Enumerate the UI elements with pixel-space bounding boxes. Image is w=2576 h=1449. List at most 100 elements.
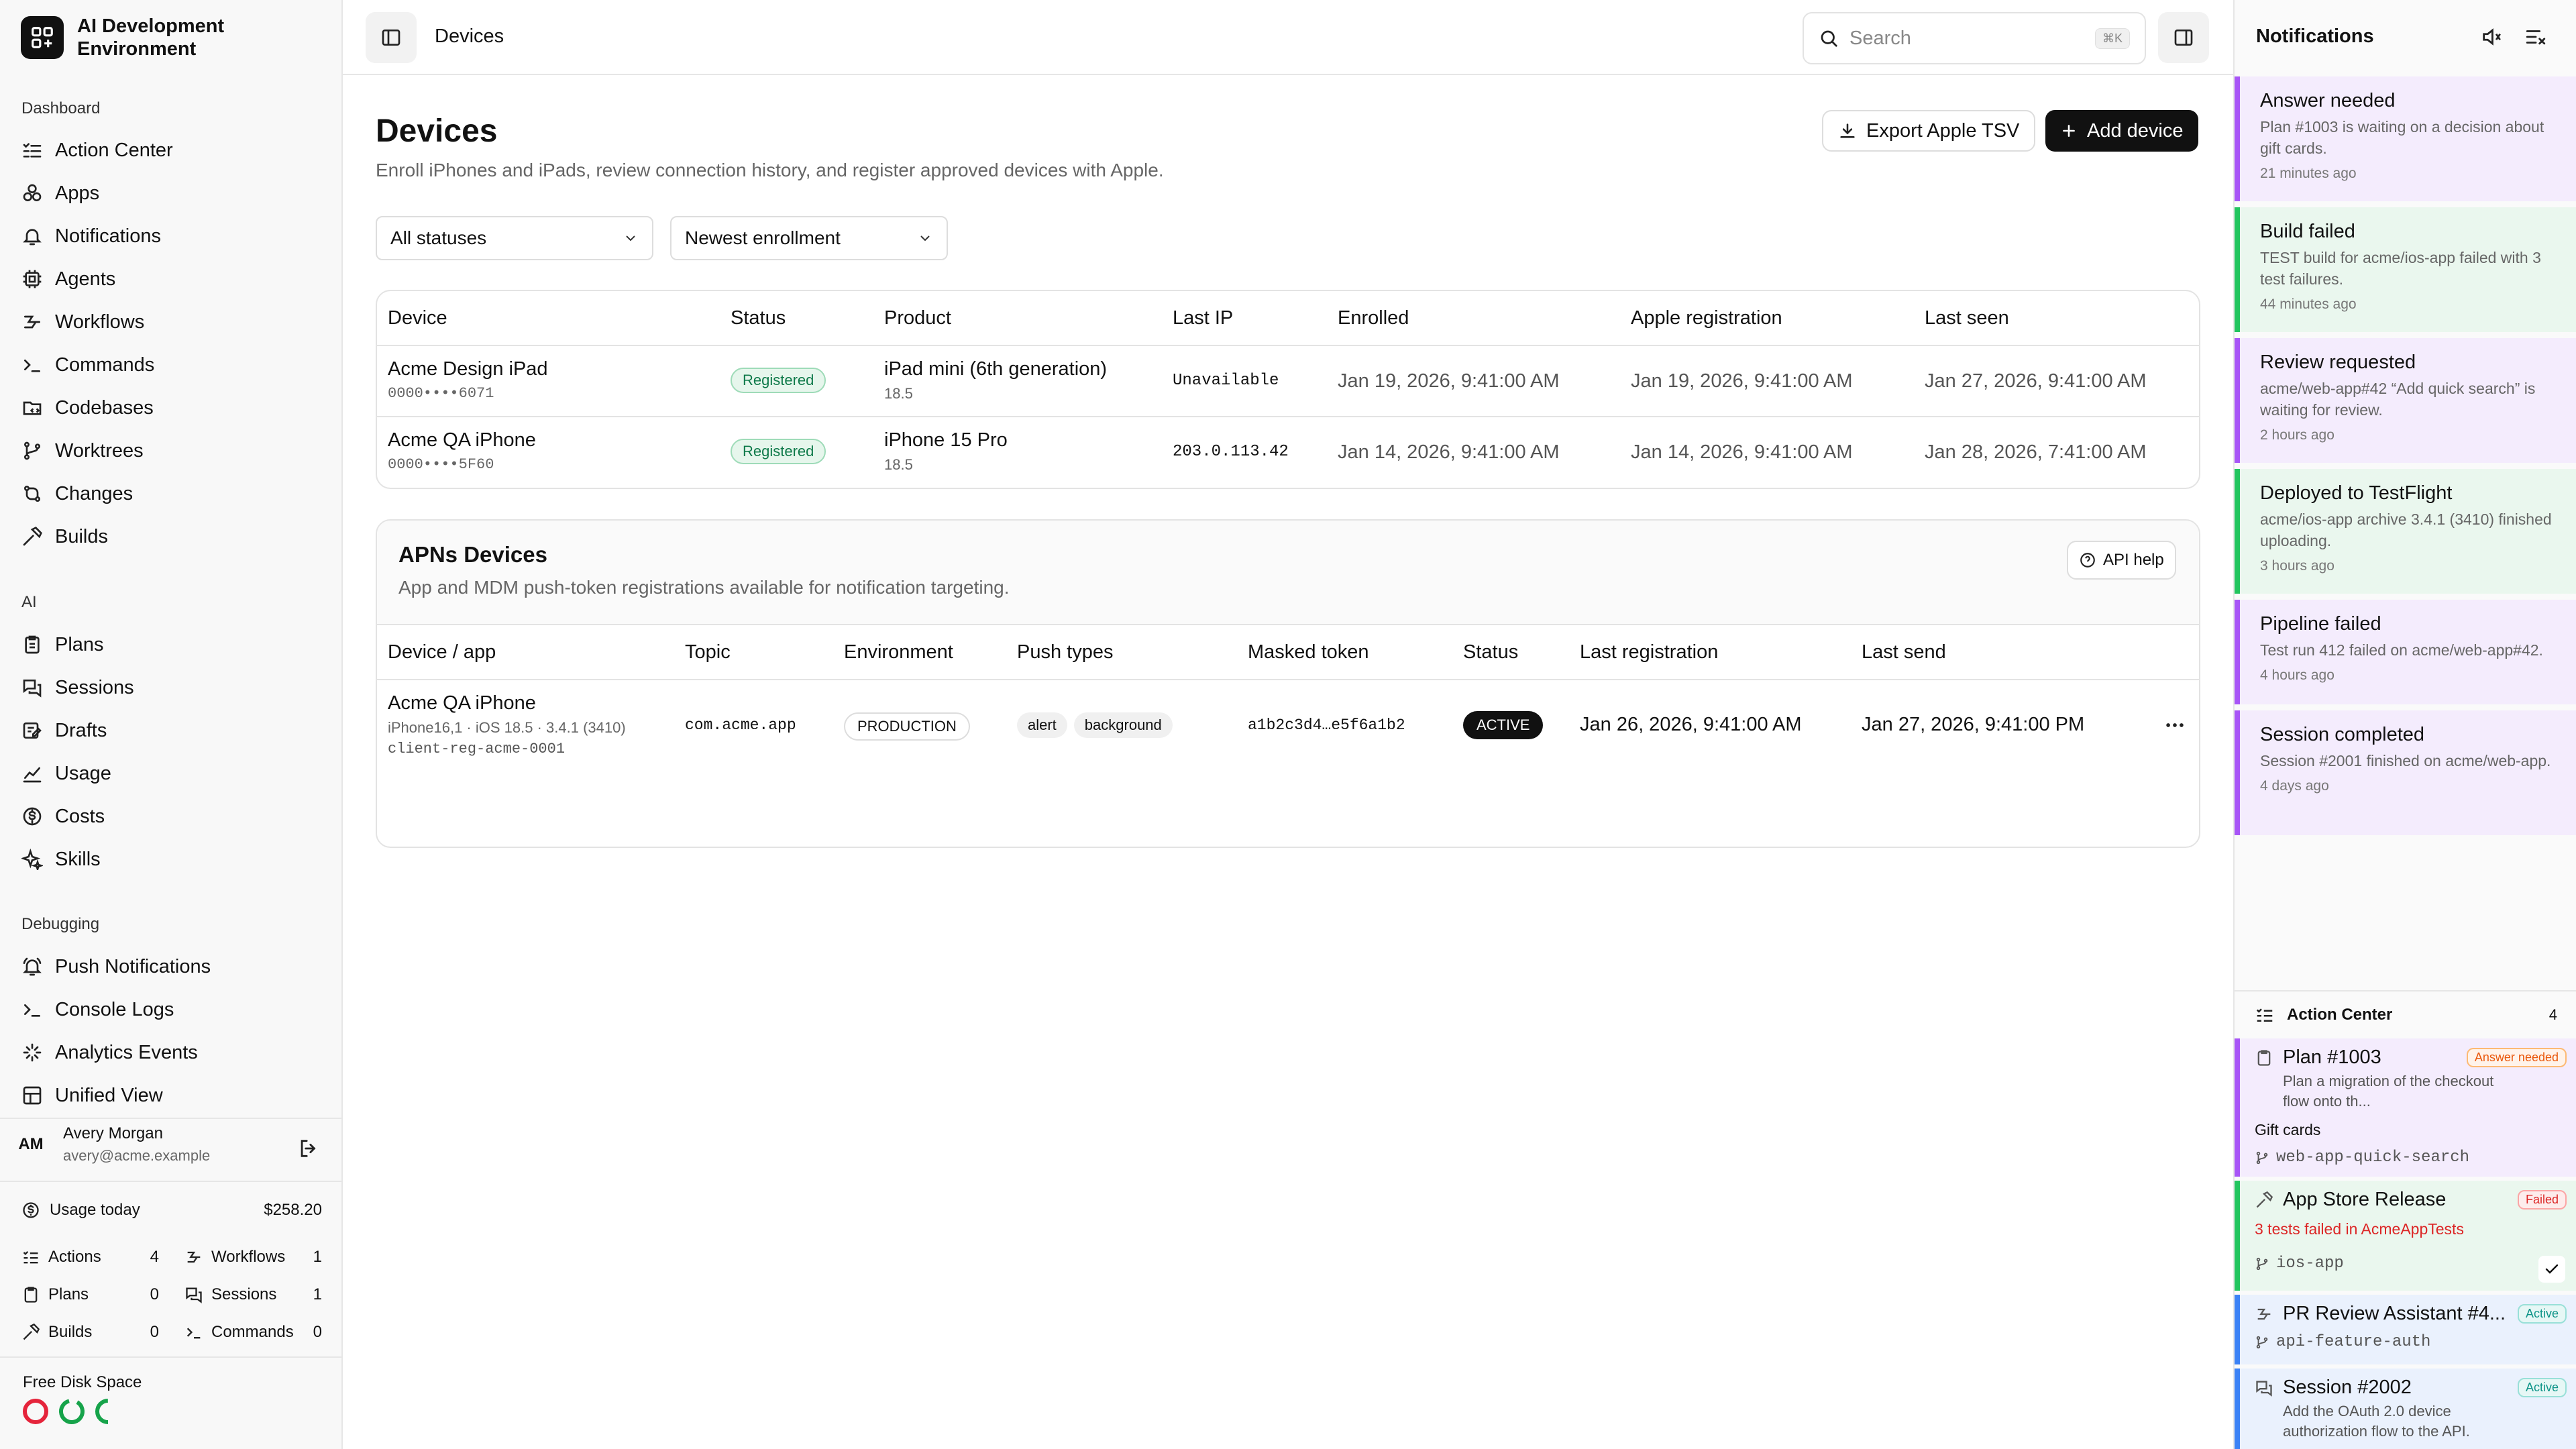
nav-group-debugging: Debugging [21, 915, 100, 933]
notification-item[interactable]: Session completed Session #2001 finished… [2235, 710, 2576, 835]
sidebar-item-agents[interactable]: Agents [21, 262, 115, 297]
notification-item[interactable]: Review requested acme/web-app#42 “Add qu… [2235, 338, 2576, 463]
notification-item[interactable]: Pipeline failed Test run 412 failed on a… [2235, 600, 2576, 704]
branch-name: ios-app [2276, 1254, 2344, 1273]
branch-icon [2256, 1257, 2268, 1270]
sidebar-item-workflows[interactable]: Workflows [21, 305, 144, 339]
last-send: Jan 27, 2026, 9:41:00 PM [1862, 714, 2085, 735]
column-header: Last send [1862, 641, 1946, 663]
app-logo-icon [21, 16, 64, 59]
mark-done-button[interactable] [2538, 1256, 2565, 1283]
sidebar-item-label: Sessions [55, 676, 134, 698]
device-name: Acme QA iPhone [388, 692, 536, 714]
list-clear-icon [2526, 30, 2546, 45]
search-input[interactable]: Search ⌘K [1803, 12, 2146, 64]
column-header: Last seen [1925, 307, 2009, 329]
sidebar-item-push-notifications[interactable]: Push Notifications [21, 949, 211, 984]
stat-actions[interactable]: Actions 4 [21, 1248, 159, 1267]
notification-item[interactable]: Answer needed Plan #1003 is waiting on a… [2235, 76, 2576, 201]
action-card[interactable]: Plan #1003 Answer needed Plan a migratio… [2235, 1038, 2576, 1177]
action-center-header[interactable]: Action Center 4 [2235, 990, 2576, 1038]
sidebar-item-sessions[interactable]: Sessions [21, 670, 134, 705]
branch-name: api-feature-auth [2276, 1333, 2431, 1351]
user-profile[interactable]: AM Avery Morgan avery@acme.example [13, 1124, 210, 1165]
toggle-panel-button[interactable] [2158, 12, 2209, 63]
table-row[interactable]: Acme QA iPhone iPhone16,1 · iOS 18.5 · 3… [377, 680, 2199, 774]
user-email: avery@acme.example [63, 1147, 211, 1164]
page-title: Devices [376, 113, 498, 149]
disk-space-indicators [21, 1397, 122, 1426]
sidebar-item-label: Drafts [55, 719, 107, 741]
agent-icon [23, 270, 42, 288]
notification-item[interactable]: Deployed to TestFlight acme/ios-app arch… [2235, 469, 2576, 594]
sidebar-item-drafts[interactable]: Drafts [21, 713, 107, 748]
notification-title: Review requested [2260, 352, 2416, 373]
notification-time: 2 hours ago [2260, 427, 2334, 443]
sidebar-item-label: Agents [55, 268, 116, 290]
notification-item[interactable]: Build failed TEST build for acme/ios-app… [2235, 207, 2576, 332]
plus-icon [2063, 125, 2075, 137]
sidebar-item-commands[interactable]: Commands [21, 347, 154, 382]
row-menu-button[interactable] [2163, 714, 2186, 737]
action-card[interactable]: App Store Release Failed 3 tests failed … [2235, 1181, 2576, 1291]
status-filter-select[interactable]: All statuses [376, 216, 653, 260]
sidebar-item-costs[interactable]: Costs [21, 799, 105, 834]
sidebar-item-notifications[interactable]: Notifications [21, 219, 161, 254]
sidebar-item-apps[interactable]: Apps [21, 176, 99, 211]
stat-sessions[interactable]: Sessions 1 [184, 1285, 322, 1304]
brand[interactable]: AI Development Environment [21, 15, 245, 60]
column-header: Apple registration [1631, 307, 1782, 329]
app-title: AI Development Environment [77, 15, 225, 60]
table-row[interactable]: Acme Design iPad 0000••••6071 Registered… [377, 346, 2199, 417]
sidebar-item-unified-view[interactable]: Unified View [21, 1078, 163, 1113]
sidebar-item-skills[interactable]: Skills [21, 842, 101, 877]
divider [0, 1356, 343, 1358]
sidebar-item-console-logs[interactable]: Console Logs [21, 992, 174, 1027]
column-header: Masked token [1248, 641, 1369, 663]
sidebar-item-builds[interactable]: Builds [21, 519, 108, 554]
export-apple-tsv-button[interactable]: Export Apple TSV [1822, 110, 2036, 152]
search-placeholder: Search [1849, 27, 1911, 49]
column-header: Push types [1017, 641, 1114, 663]
api-help-button[interactable]: API help [2067, 541, 2176, 580]
notification-time: 4 hours ago [2260, 667, 2334, 683]
nav-group-ai: AI [21, 593, 37, 611]
status-badge: Registered [731, 439, 826, 464]
stat-plans[interactable]: Plans 0 [21, 1285, 159, 1304]
product-name: iPhone 15 Pro [884, 429, 1008, 451]
stat-workflows[interactable]: Workflows 1 [184, 1248, 322, 1267]
client-id: client-reg-acme-0001 [388, 741, 566, 757]
download-icon [1840, 123, 1855, 138]
sidebar-item-action-center[interactable]: Action Center [21, 133, 173, 168]
sidebar-item-label: Changes [55, 482, 133, 504]
stat-value: 4 [150, 1248, 159, 1266]
action-card[interactable]: PR Review Assistant #4... Active api-fea… [2235, 1295, 2576, 1364]
sidebar-item-usage[interactable]: Usage [21, 756, 111, 791]
bell-icon [23, 229, 42, 246]
mute-button[interactable] [2480, 25, 2503, 48]
device-udid: 0000••••6071 [388, 385, 494, 402]
environment-badge: PRODUCTION [844, 712, 970, 741]
clear-notifications-button[interactable] [2524, 25, 2547, 48]
stat-label: Actions [48, 1248, 101, 1266]
stat-commands[interactable]: Commands 0 [184, 1323, 322, 1342]
logout-button[interactable] [297, 1137, 321, 1161]
notification-body: acme/web-app#42 “Add quick search” is wa… [2260, 380, 2536, 419]
apple-registration-date: Jan 14, 2026, 9:41:00 AM [1631, 441, 1853, 463]
action-card[interactable]: Session #2002 Active Add the OAuth 2.0 d… [2235, 1368, 2576, 1449]
table-row[interactable]: Acme QA iPhone 0000••••5F60 Registered i… [377, 417, 2199, 488]
sidebar-item-worktrees[interactable]: Worktrees [21, 433, 144, 468]
toggle-sidebar-button[interactable] [366, 12, 417, 63]
column-header: Environment [844, 641, 953, 663]
column-header: Last IP [1173, 307, 1234, 329]
sidebar-item-label: Codebases [55, 396, 154, 419]
sort-select[interactable]: Newest enrollment [670, 216, 948, 260]
sidebar-item-changes[interactable]: Changes [21, 476, 133, 511]
product-name: iPad mini (6th generation) [884, 358, 1108, 380]
add-device-button[interactable]: Add device [2045, 110, 2198, 152]
sidebar-item-plans[interactable]: Plans [21, 627, 104, 662]
sidebar-item-codebases[interactable]: Codebases [21, 390, 154, 425]
table-header: Device Status Product Last IP Enrolled A… [377, 291, 2199, 346]
sidebar-item-analytics-events[interactable]: Analytics Events [21, 1035, 198, 1070]
stat-builds[interactable]: Builds 0 [21, 1323, 159, 1342]
